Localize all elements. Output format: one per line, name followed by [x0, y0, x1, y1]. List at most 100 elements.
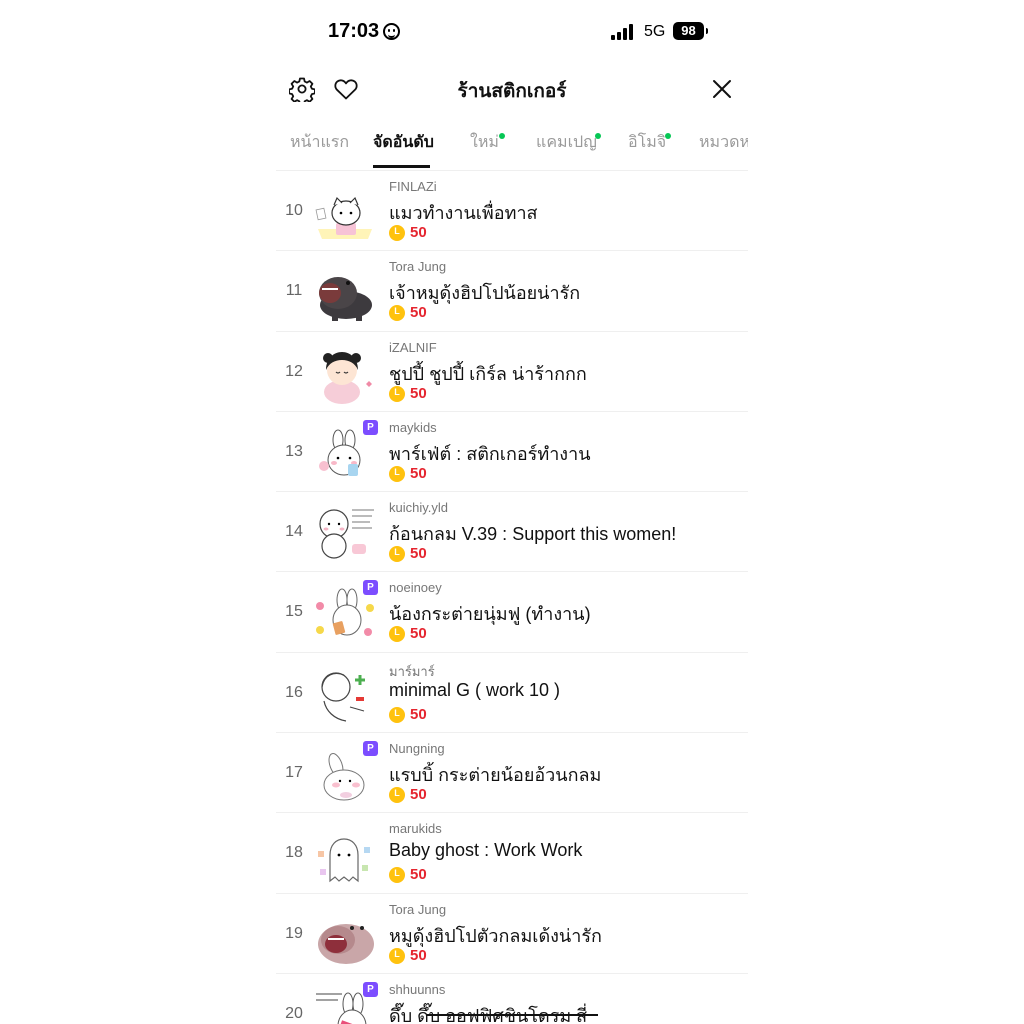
ranking-row[interactable]: 10 FINLAZi แมวทำงานเพื่อทาส50 — [276, 171, 748, 252]
line-coin-icon — [389, 225, 405, 241]
rank-number: 12 — [285, 362, 303, 380]
sticker-title[interactable]: ดึ๊บ ดึ๊บ ออฟฟิศชินโดรม สี่ — [389, 1001, 587, 1024]
line-coin-icon — [389, 626, 405, 643]
sticker-thumbnail[interactable]: P — [312, 741, 378, 807]
ranking-row[interactable]: 14 kuichiy.yld ก้อนกลม V.39 : Support this… — [276, 492, 748, 573]
tab-campaign-dot — [595, 133, 601, 139]
ranking-row[interactable]: 12 iZALNIF ชูปปี้ ชูปปี้ เกิร์ล น่าร้ากกก5… — [276, 332, 748, 412]
sticker-thumbnail[interactable]: P — [312, 419, 378, 486]
rank-number: 20 — [285, 1004, 303, 1022]
sticker-author: noeinoey — [389, 580, 442, 596]
rank-number: 18 — [285, 844, 303, 862]
ranking-list: 10FINLAZiแมวทำงานเพื่อทาส5011Tora Jungเจ… — [276, 171, 748, 1024]
header: ร้านสติกเกอร์ — [276, 64, 748, 114]
tab-ranking[interactable]: จัดอันดับ — [373, 130, 434, 155]
sticker-title[interactable]: Baby ghost : Work Work — [389, 840, 582, 861]
ranking-row[interactable]: 13 Pmaykids พาร์เฟ่ต์ : สติกเกอร์ทำงาน50 — [276, 412, 748, 493]
sticker-title[interactable]: พาร์เฟ่ต์ : สติกเกอร์ทำงาน — [389, 439, 591, 468]
line-coin-icon — [389, 546, 405, 563]
tab-category[interactable]: หมวดห — [699, 130, 748, 155]
rank-number: 11 — [285, 282, 303, 300]
rank-number: 13 — [285, 442, 303, 460]
rank-number: 17 — [285, 764, 303, 782]
rank-number: 19 — [285, 924, 303, 942]
premium-badge: P — [363, 419, 378, 435]
sticker-title[interactable]: น้องกระต่ายนุ่มฟู (ทำงาน) — [389, 599, 591, 628]
rank-number: 16 — [285, 683, 303, 701]
ranking-row[interactable]: 16 มาร์มาร์minimal G ( work 10 ) 50 — [276, 653, 748, 734]
rank-number: 10 — [285, 202, 303, 219]
phone-screen: 17:03 5G 98 ร้านสติกเกอร์ หน้าแรก จัดอัน… — [276, 0, 748, 1024]
sticker-author: maykids — [389, 419, 437, 435]
sticker-title[interactable]: เจ้าหมูดุ้งฮิปโปน้อยน่ารัก — [389, 278, 580, 307]
ranking-row[interactable]: 20 Pshhuunns ดึ๊บ ดึ๊บ ออฟฟิศชินโดรม สี่ — [276, 974, 748, 1024]
status-time: 17:03 — [328, 20, 380, 42]
tab-emoji-dot — [665, 133, 671, 139]
price-value: 50 — [410, 705, 427, 723]
sticker-author: มาร์มาร์ — [389, 663, 435, 679]
tab-home[interactable]: หน้าแรก — [290, 130, 349, 155]
overlay-stroke — [426, 1013, 598, 1016]
ranking-row[interactable]: 11 Tora Jung เจ้าหมูดุ้งฮิปโปน้อยน่ารัก50 — [276, 251, 748, 332]
line-coin-icon — [389, 947, 405, 964]
price-value: 50 — [410, 464, 427, 482]
sticker-thumbnail[interactable] — [312, 340, 378, 406]
status-bar: 17:03 5G 98 — [276, 0, 748, 64]
line-coin-icon — [389, 305, 405, 322]
sticker-title[interactable]: หมูดุ้งฮิปโปตัวกลมเด้งน่ารัก — [389, 921, 602, 950]
ranking-row[interactable]: 19 Tora Jung หมูดุ้งฮิปโปตัวกลมเด้งน่ารัก5… — [276, 894, 748, 974]
focus-smiley-icon — [383, 23, 400, 40]
sticker-title[interactable]: แมวทำงานเพื่อทาส — [389, 198, 538, 227]
tab-campaign[interactable]: แคมเปญ — [536, 130, 597, 155]
sticker-thumbnail[interactable] — [312, 661, 378, 727]
sticker-thumbnail[interactable] — [312, 500, 378, 566]
sticker-author: iZALNIF — [389, 339, 437, 355]
sticker-author: kuichiy.yld — [389, 500, 449, 516]
tab-emoji[interactable]: อิโมจิ — [628, 130, 666, 155]
premium-badge: P — [363, 580, 378, 596]
ranking-row[interactable]: 15 Pnoeinoey น้องกระต่ายนุ่มฟู (ทำงาน)50 — [276, 572, 748, 653]
sticker-thumbnail[interactable] — [312, 821, 378, 887]
close-icon[interactable] — [709, 76, 735, 102]
battery-level: 98 — [681, 23, 696, 38]
line-coin-icon — [389, 787, 405, 804]
rank-number: 14 — [285, 523, 303, 541]
sticker-title[interactable]: ก้อนกลม V.39 : Support this women! — [389, 519, 676, 548]
premium-badge: P — [363, 741, 378, 757]
battery-icon: 98 — [673, 22, 708, 40]
price-value: 50 — [410, 384, 427, 402]
ranking-row[interactable]: 17 P Nungning แรบบิ้ กระต่ายน้อยอ้วนกลม50 — [276, 733, 748, 814]
tab-new[interactable]: ใหม่ — [470, 130, 499, 155]
sticker-title[interactable]: แรบบิ้ กระต่ายน้อยอ้วนกลม — [389, 760, 601, 789]
price-value: 50 — [410, 304, 427, 322]
sticker-thumbnail[interactable]: P — [312, 981, 378, 1024]
price-value: 50 — [410, 545, 427, 563]
tab-new-dot — [499, 133, 505, 139]
rank-number: 15 — [285, 603, 303, 621]
price-value: 50 — [410, 786, 427, 804]
sticker-author: marukids — [389, 821, 442, 837]
line-coin-icon — [389, 385, 405, 402]
sticker-thumbnail[interactable] — [312, 259, 378, 325]
sticker-author: Nungning — [389, 741, 445, 757]
line-coin-icon — [389, 465, 405, 482]
ranking-row[interactable]: 18 marukids Baby ghost : Work Work 50 — [276, 813, 748, 894]
sticker-thumbnail[interactable]: P — [312, 580, 378, 646]
active-tab-indicator — [373, 165, 430, 168]
sticker-title[interactable]: ชูปปี้ ชูปปี้ เกิร์ล น่าร้ากกก — [389, 359, 587, 388]
price-value: 50 — [410, 224, 427, 241]
sticker-author: Tora Jung — [389, 259, 447, 275]
signal-icon — [611, 24, 637, 40]
sticker-author: FINLAZi — [389, 179, 437, 194]
price-value: 50 — [410, 946, 427, 964]
sticker-thumbnail[interactable] — [312, 902, 378, 968]
sticker-thumbnail[interactable] — [312, 179, 378, 245]
price-value: 50 — [410, 625, 427, 643]
line-coin-icon — [389, 706, 405, 723]
premium-badge: P — [363, 981, 378, 997]
category-tabs: หน้าแรก จัดอันดับ ใหม่ แคมเปญ อิโมจิ หมว… — [276, 118, 748, 168]
network-type: 5G — [644, 23, 666, 40]
sticker-title[interactable]: minimal G ( work 10 ) — [389, 680, 560, 701]
sticker-author: Tora Jung — [389, 901, 447, 917]
page-title: ร้านสติกเกอร์ — [457, 81, 567, 102]
